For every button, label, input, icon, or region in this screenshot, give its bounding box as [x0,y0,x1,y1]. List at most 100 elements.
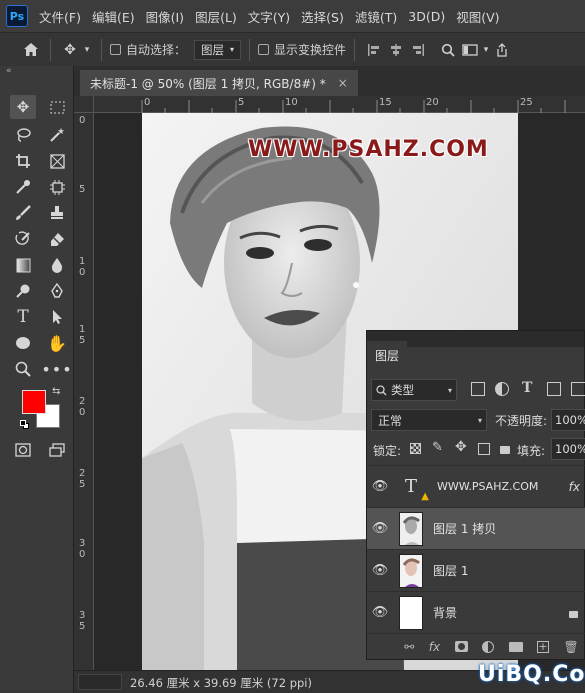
layer-row-background[interactable]: 👁 背景 [367,591,585,633]
opacity-value: 100% [555,413,585,427]
menu-edit[interactable]: 编辑(E) [92,7,135,26]
layer-thumbnail [399,511,423,546]
layer-effects-icon[interactable]: fx [569,480,580,494]
auto-select-checkbox[interactable] [110,44,121,55]
menu-layer[interactable]: 图层(L) [195,7,237,26]
chevron-down-icon[interactable]: ▾ [481,39,491,61]
close-icon[interactable]: × [338,76,348,90]
history-brush-tool-icon[interactable] [10,227,36,251]
opacity-input[interactable]: 100% [551,409,585,431]
chevron-down-icon[interactable]: ▾ [81,39,93,61]
fill-label: 填充: [517,444,546,458]
fx-icon[interactable]: fx [429,640,440,654]
visibility-eye-icon[interactable]: 👁 [367,605,393,620]
frame-tool-icon[interactable] [44,149,70,173]
options-bar: ✥ ▾ 自动选择： 图层 ▾ 显示变换控件 ▾ [0,32,585,66]
screen-mode-icon[interactable] [44,438,70,462]
layers-panel-footer: ⚯ fx + 🗑 [367,633,585,659]
filter-smart-object-icon[interactable] [571,382,585,396]
eraser-tool-icon[interactable] [44,227,70,251]
ruler-label: 0 [79,115,86,126]
swap-colors-icon[interactable]: ⇆ [52,386,60,397]
auto-select-dropdown[interactable]: 图层 ▾ [194,39,242,60]
zoom-field[interactable] [78,674,122,690]
lock-artboard-icon[interactable] [478,443,490,455]
layer-row-text[interactable]: 👁 T ▲ WWW.PSAHZ.COM fx [367,465,585,507]
show-transform-checkbox[interactable] [258,44,270,55]
blur-tool-icon[interactable] [44,253,70,277]
visibility-eye-icon[interactable]: 👁 [367,521,393,536]
visibility-eye-icon[interactable]: 👁 [367,479,393,494]
filter-pixel-icon[interactable] [471,382,485,396]
align-left-icon[interactable] [363,39,385,61]
align-center-icon[interactable] [385,39,407,61]
text-layer-thumbnail-icon: T ▲ [404,476,429,502]
zoom-tool-icon[interactable] [10,357,36,381]
filter-shape-icon[interactable] [547,382,561,396]
blend-mode-dropdown[interactable]: 正常 ▾ [371,409,487,431]
lasso-tool-icon[interactable] [10,123,36,147]
pen-tool-icon[interactable] [44,279,70,303]
type-tool-icon[interactable]: T [10,305,36,329]
document-tab[interactable]: 未标题-1 @ 50% (图层 1 拷贝, RGB/8#) * × [80,70,358,96]
ellipse-tool-icon[interactable] [10,331,36,355]
dodge-tool-icon[interactable] [10,279,36,303]
ruler-grid-tool-icon[interactable] [44,175,70,199]
more-tools-icon[interactable]: ••• [41,357,71,381]
watermark-text: WWW.PSAHZ.COM [248,137,489,162]
default-colors-icon[interactable] [20,420,30,430]
link-icon[interactable]: ⚯ [404,640,414,654]
folder-icon[interactable] [508,641,523,652]
menu-select[interactable]: 选择(S) [301,7,344,26]
crop-tool-icon[interactable] [10,149,36,173]
eyedropper-tool-icon[interactable] [10,175,36,199]
gradient-tool-icon[interactable] [10,253,36,277]
marquee-tool-icon[interactable] [44,95,70,119]
align-right-icon[interactable] [407,39,429,61]
path-selection-tool-icon[interactable] [44,305,70,329]
lock-position-icon[interactable]: ✥ [455,439,467,455]
menu-image[interactable]: 图像(I) [146,7,184,26]
layer-row-image[interactable]: 👁 图层 1 [367,549,585,591]
move-tool-preset-icon[interactable]: ✥ [59,39,81,61]
new-layer-icon[interactable]: + [536,640,549,653]
menu-view[interactable]: 视图(V) [456,7,499,26]
menu-3d[interactable]: 3D(D) [408,9,445,24]
move-tool-icon[interactable]: ✥ [10,95,36,119]
brush-tool-icon[interactable] [10,201,36,225]
fill-input[interactable]: 100% [551,438,585,460]
magic-wand-tool-icon[interactable] [44,123,70,147]
visibility-eye-icon[interactable]: 👁 [367,563,393,578]
layer-row-copy[interactable]: 👁 图层 1 拷贝 [367,507,585,549]
workspace-icon[interactable] [459,39,481,61]
lock-paint-icon[interactable]: ✎ [432,440,443,455]
collapse-icon[interactable]: « [0,66,73,80]
document-tab-title: 未标题-1 @ 50% (图层 1 拷贝, RGB/8#) * [90,76,326,91]
adjustment-icon[interactable] [482,640,495,653]
filter-adjustment-icon[interactable] [495,382,509,396]
hand-tool-icon[interactable]: ✋ [44,331,70,355]
lock-label: 锁定: [373,444,402,458]
mask-icon[interactable] [454,641,468,652]
menu-file[interactable]: 文件(F) [39,7,81,26]
home-icon[interactable] [20,39,42,61]
menu-type[interactable]: 文字(Y) [248,7,290,26]
layer-thumbnail [399,595,423,630]
lock-transparent-icon[interactable] [410,443,421,454]
stamp-tool-icon[interactable] [44,201,70,225]
menu-bar: Ps 文件(F) 编辑(E) 图像(I) 图层(L) 文字(Y) 选择(S) 滤… [0,0,585,32]
menu-filter[interactable]: 滤镜(T) [355,7,397,26]
filter-type-icon[interactable]: T [522,380,532,396]
ruler-label: 3 5 [79,610,86,632]
horizontal-ruler: 0 5 10 15 20 25 [94,96,585,113]
share-icon[interactable] [491,39,513,61]
layer-filter-dropdown[interactable]: 类型 ▾ [371,379,457,401]
quick-mask-icon[interactable] [10,438,36,462]
auto-select-value: 图层 [201,42,225,57]
layers-tab[interactable]: 图层 [367,341,407,369]
ruler-label: 10 [285,97,298,108]
search-icon[interactable] [437,39,459,61]
lock-all-icon[interactable] [500,446,510,454]
foreground-color-swatch[interactable] [22,390,46,414]
trash-icon[interactable]: 🗑 [563,640,578,654]
